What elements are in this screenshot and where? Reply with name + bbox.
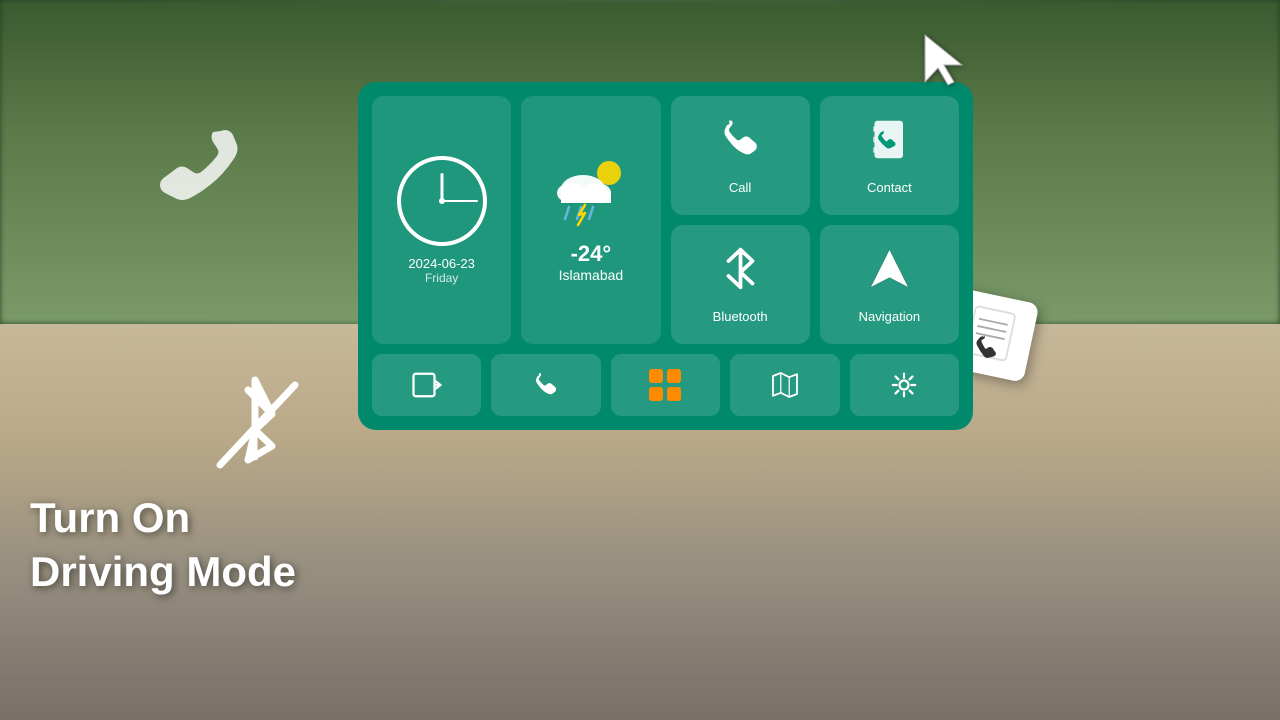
call-icon	[718, 117, 763, 172]
contact-tile[interactable]: Contact	[820, 96, 959, 215]
phone-decoration-topleft	[155, 120, 245, 229]
bluetooth-icon	[718, 246, 763, 301]
clock-hour-hand	[440, 173, 443, 201]
nav-settings-button[interactable]	[850, 354, 959, 416]
bluetooth-decoration-left	[210, 370, 310, 485]
grid-cell-3	[649, 387, 663, 401]
navigation-tile[interactable]: Navigation	[820, 225, 959, 344]
weather-temperature: -24°	[571, 241, 612, 267]
clock-face	[397, 156, 487, 246]
nav-map-button[interactable]	[730, 354, 839, 416]
apps-grid-icon	[649, 369, 681, 401]
cursor-icon	[920, 30, 970, 90]
navigation-label: Navigation	[859, 309, 920, 324]
clock-tile[interactable]: 2024-06-23 Friday	[372, 96, 511, 344]
bluetooth-label: Bluetooth	[713, 309, 768, 324]
nav-phone-button[interactable]	[491, 354, 600, 416]
navigation-icon	[867, 246, 912, 301]
call-label: Call	[729, 180, 751, 195]
main-grid: 2024-06-23 Friday	[372, 96, 959, 344]
nav-apps-button[interactable]	[611, 354, 720, 416]
weather-icon	[551, 157, 631, 236]
grid-cell-1	[649, 369, 663, 383]
clock-date: 2024-06-23	[408, 256, 475, 271]
clock-minute-hand	[442, 200, 478, 202]
nav-bar	[372, 354, 959, 416]
grid-cell-2	[667, 369, 681, 383]
bluetooth-tile[interactable]: Bluetooth	[671, 225, 810, 344]
grid-cell-4	[667, 387, 681, 401]
nav-back-button[interactable]	[372, 354, 481, 416]
clock-center-dot	[439, 198, 445, 204]
contact-label: Contact	[867, 180, 912, 195]
contact-icon	[867, 117, 912, 172]
call-tile[interactable]: Call	[671, 96, 810, 215]
weather-tile[interactable]: -24° Islamabad	[521, 96, 660, 344]
clock-day: Friday	[425, 271, 458, 285]
car-screen: 2024-06-23 Friday	[358, 82, 973, 430]
weather-city: Islamabad	[559, 267, 624, 283]
driving-mode-text: Turn On Driving Mode	[30, 491, 296, 600]
